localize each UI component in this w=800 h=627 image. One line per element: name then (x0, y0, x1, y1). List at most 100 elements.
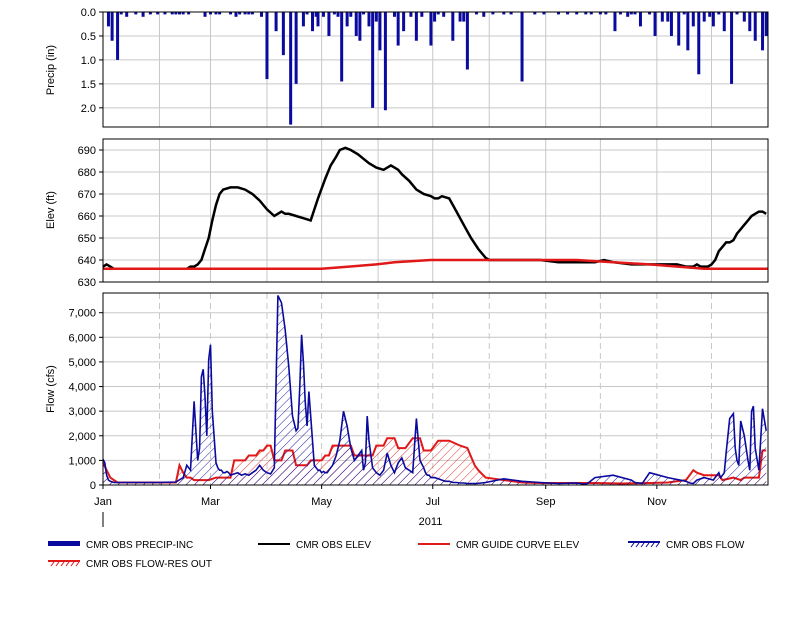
chart-svg: 0.0 0.5 1.0 1.5 2.0 Precip (in) 630 640 650 660 67… (45, 7, 769, 570)
precip-bar (458, 12, 462, 22)
precip-bar (316, 12, 320, 27)
precip-bar (761, 12, 765, 51)
precip-bar (677, 12, 681, 46)
precip-bar (420, 12, 424, 17)
precip-bar (429, 12, 433, 46)
chart-root: 0.0 0.5 1.0 1.5 2.0 Precip (in) 630 640 650 660 67… (0, 0, 800, 627)
y-tick-label: 630 (78, 277, 96, 289)
y-tick-label: 0.5 (81, 31, 96, 43)
x-tick-label: Sep (536, 496, 556, 508)
precip-bar (336, 12, 340, 17)
x-axis-year-label: 2011 (419, 516, 443, 528)
precip-bar (414, 12, 418, 41)
precip-bar (106, 12, 110, 27)
legend-item: CMR OBS PRECIP-INC (48, 540, 193, 551)
precip-bar (110, 12, 114, 41)
y-tick-label: 1.0 (81, 55, 96, 67)
precip-bar (374, 12, 378, 22)
panel-2: 630 640 650 660 670 680 690 Elev (ft) (45, 138, 769, 289)
legend-swatch-hatch (635, 542, 640, 548)
precip-bar (265, 12, 269, 80)
y-tick-label: 0 (90, 480, 96, 492)
precip-bar (349, 12, 353, 17)
y-tick-label: 670 (78, 189, 96, 201)
precip-bar (711, 12, 715, 27)
precip-bar (520, 12, 524, 82)
precip-bar (451, 12, 455, 41)
legend-label: CMR GUIDE CURVE ELEV (456, 540, 580, 551)
precip-bar (260, 12, 264, 17)
x-tick-label: May (311, 496, 332, 508)
precip-bar (764, 12, 768, 36)
legend-swatch-hatch (75, 561, 80, 567)
precip-bar (653, 12, 657, 36)
precip-bar (482, 12, 486, 17)
precip-bar (402, 12, 406, 32)
precip-bar (234, 12, 238, 17)
precip-bar (367, 12, 371, 27)
precip-bar (311, 12, 315, 32)
precip-bar (433, 12, 437, 22)
precip-bar (340, 12, 344, 82)
legend-swatch-hatch (630, 542, 635, 548)
precip-bar (748, 12, 752, 32)
y-tick-label: 7,000 (68, 308, 96, 320)
panel-3: 0 1,000 2,000 3,000 4,000 5,000 6,000 7,000 Flow… (45, 292, 769, 528)
precip-bar (289, 12, 293, 125)
precip-bar (686, 12, 690, 51)
precip-bar (294, 12, 298, 84)
legend-swatch-hatch (655, 542, 660, 548)
precip-bar (465, 12, 469, 70)
panel-frame (102, 11, 769, 128)
x-tick-label: Jul (426, 496, 440, 508)
legend-item: CMR OBS FLOW (628, 540, 745, 551)
y-axis-title: Precip (in) (45, 45, 57, 95)
panel-1: 0.0 0.5 1.0 1.5 2.0 Precip (in) (45, 7, 769, 128)
precip-bar (383, 12, 387, 111)
legend-label: CMR OBS FLOW-RES OUT (86, 559, 212, 570)
legend-label: CMR OBS FLOW (666, 540, 745, 551)
y-tick-label: 0.0 (81, 7, 96, 19)
precip-bar (354, 12, 358, 36)
y-tick-label: 650 (78, 233, 96, 245)
precip-bar (378, 12, 382, 51)
legend: CMR OBS PRECIP-INC CMR OBS ELEV CMR GUIDE … (48, 540, 745, 570)
precip-bar (660, 12, 664, 22)
precip-bar (442, 12, 446, 17)
precip-bar (116, 12, 120, 60)
precip-bar (301, 12, 305, 27)
precip-bar (345, 12, 349, 27)
precip-bar (274, 12, 278, 32)
precip-bar (666, 12, 670, 22)
precip-bar (669, 12, 673, 36)
y-tick-label: 680 (78, 167, 96, 179)
precip-bar (626, 12, 630, 17)
precip-bar (396, 12, 400, 46)
precip-bar (327, 12, 331, 36)
legend-label: CMR OBS ELEV (296, 540, 371, 551)
y-tick-label: 2,000 (68, 431, 96, 443)
y-tick-label: 2.0 (81, 103, 96, 115)
legend-swatch-hatch (650, 542, 655, 548)
x-tick-label: Mar (201, 496, 220, 508)
precip-bar (462, 12, 466, 22)
precip-bar (742, 12, 746, 22)
obs-elev-line (102, 146, 767, 271)
legend-swatch-hatch (55, 561, 60, 567)
x-tick-label: Nov (647, 496, 667, 508)
y-tick-label: 660 (78, 211, 96, 223)
y-tick-label: 5,000 (68, 357, 96, 369)
legend-item: CMR GUIDE CURVE ELEV (418, 540, 580, 551)
precip-bar (753, 12, 757, 41)
precip-bar (203, 12, 207, 17)
y-tick-label: 640 (78, 255, 96, 267)
y-axis-title: Flow (cfs) (45, 365, 57, 413)
legend-item: CMR OBS ELEV (258, 540, 371, 551)
legend-item: CMR OBS FLOW-RES OUT (48, 559, 212, 570)
x-tick-label: Jan (94, 496, 112, 508)
legend-swatch-hatch (640, 542, 645, 548)
legend-swatch-bar (48, 541, 80, 546)
precip-bar (393, 12, 397, 17)
precip-bar (321, 12, 325, 17)
precip-bar (702, 12, 706, 22)
